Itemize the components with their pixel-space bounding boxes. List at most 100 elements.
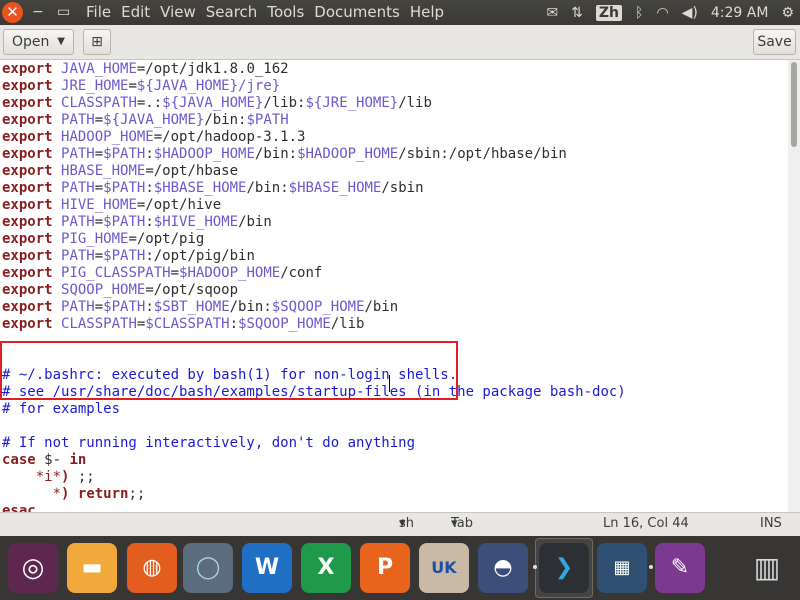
menu-view[interactable]: View xyxy=(160,3,202,21)
software-center-icon[interactable]: UK xyxy=(419,543,469,593)
code-token: export xyxy=(2,180,53,196)
menu-search[interactable]: Search xyxy=(206,3,264,21)
menu-tools[interactable]: Tools xyxy=(267,3,310,21)
code-token: /bin: xyxy=(204,112,247,128)
code-line: export PATH=$PATH:$SBT_HOME/bin:$SQOOP_H… xyxy=(2,299,398,316)
menu-file[interactable]: File xyxy=(86,3,117,21)
code-line: export PATH=${JAVA_HOME}/bin:$PATH xyxy=(2,112,289,129)
menu-documents[interactable]: Documents xyxy=(314,3,406,21)
code-token: $HBASE_HOME xyxy=(288,180,382,196)
tab-width-selector[interactable]: Tab Width: 8 ▾ xyxy=(451,513,493,575)
new-document-icon: ⊞ xyxy=(91,34,103,50)
code-token: /sbin:/opt/hbase/bin xyxy=(398,146,567,162)
new-document-button[interactable]: ⊞ xyxy=(83,29,111,55)
code-token: PATH xyxy=(61,299,95,315)
code-token: : xyxy=(145,180,154,196)
input-method-icon[interactable]: Zh xyxy=(595,4,623,21)
clock[interactable]: 4:29 AM xyxy=(711,5,769,21)
settings-icon[interactable]: ◯ xyxy=(183,543,233,593)
text-editor-area[interactable]: export JAVA_HOME=/opt/jdk1.8.0_162 export… xyxy=(0,60,788,512)
menu-edit[interactable]: Edit xyxy=(121,3,156,21)
code-line: *i*) ;; xyxy=(2,469,95,486)
code-token: $SBT_HOME xyxy=(153,299,230,315)
code-token: export xyxy=(2,61,53,77)
system-tray: ✉ ⇅ Zh ᛒ ◠ ◀) 4:29 AM ⚙ xyxy=(533,2,794,23)
code-token: PATH xyxy=(61,248,95,264)
code-token: =/opt/hadoop-3.1.3 xyxy=(153,129,306,145)
open-button[interactable]: Open ▼ xyxy=(3,29,74,55)
writer-icon[interactable]: W xyxy=(242,543,292,593)
app-icon[interactable]: ◓ xyxy=(478,543,528,593)
code-token: $PATH xyxy=(246,112,289,128)
code-token: /lib: xyxy=(263,95,306,111)
close-window-button[interactable]: ✕ xyxy=(2,2,23,23)
code-token: $HADOOP_HOME xyxy=(153,146,255,162)
top-panel: ✕ − ▭ File Edit View Search Tools Docume… xyxy=(0,0,800,25)
code-token: $- xyxy=(35,452,70,468)
network-updown-icon[interactable]: ⇅ xyxy=(571,5,583,21)
code-token: ${JAVA_HOME} xyxy=(103,112,205,128)
code-token: export xyxy=(2,248,53,264)
code-token: :/opt/pig/bin xyxy=(145,248,255,264)
firefox-icon[interactable]: ◍ xyxy=(127,543,177,593)
minimize-window-button[interactable]: − xyxy=(32,3,44,21)
code-token: export xyxy=(2,95,53,111)
code-line: export PATH=$PATH:$HADOOP_HOME/bin:$HADO… xyxy=(2,146,567,163)
code-token: # If not running interactively, don't do… xyxy=(2,435,416,451)
code-token: $SQOOP_HOME xyxy=(238,316,331,332)
bluetooth-icon[interactable]: ᛒ xyxy=(635,5,643,21)
files-icon[interactable]: ▬ xyxy=(67,543,117,593)
code-token: export xyxy=(2,214,53,230)
calc-icon[interactable]: X xyxy=(301,543,351,593)
code-token: : xyxy=(145,299,154,315)
code-token: PIG_HOME xyxy=(61,231,129,247)
code-line: export CLASSPATH=.:${JAVA_HOME}/lib:${JR… xyxy=(2,95,432,112)
menu-bar: File Edit View Search Tools Documents He… xyxy=(86,3,454,21)
code-token: PIG_CLASSPATH xyxy=(61,265,171,281)
workspace-icon[interactable]: ▦ xyxy=(597,543,647,593)
scrollbar-thumb[interactable] xyxy=(791,62,797,147)
code-token: CLASSPATH xyxy=(61,316,137,332)
menu-help[interactable]: Help xyxy=(410,3,450,21)
code-token: *i* xyxy=(35,469,62,485)
code-line: case $- in xyxy=(2,452,86,469)
code-token: export xyxy=(2,129,53,145)
code-token: $HIVE_HOME xyxy=(153,214,239,230)
code-token: =/opt/hbase xyxy=(145,163,239,179)
terminal-icon[interactable]: ❯ xyxy=(533,543,589,593)
code-token: PATH xyxy=(61,146,95,162)
ubuntu-dash-icon[interactable]: ◎ xyxy=(8,543,58,593)
restore-window-button[interactable]: ▭ xyxy=(57,3,70,21)
vertical-scrollbar[interactable] xyxy=(788,60,800,512)
code-line: export HBASE_HOME=/opt/hbase xyxy=(2,163,238,180)
mail-icon[interactable]: ✉ xyxy=(546,5,558,21)
code-line: export PATH=$PATH:/opt/pig/bin xyxy=(2,248,255,265)
code-token: = xyxy=(128,78,137,94)
trash-icon[interactable]: ▥ xyxy=(742,543,792,593)
code-token: =/opt/sqoop xyxy=(145,282,239,298)
code-token: return xyxy=(77,486,129,502)
code-token: /bin xyxy=(364,299,399,315)
text-editor-icon[interactable]: ✎ xyxy=(649,543,705,593)
code-line: esac xyxy=(2,503,36,512)
impress-icon[interactable]: P xyxy=(360,543,410,593)
language-selector[interactable]: sh ▾ xyxy=(399,513,414,535)
code-line: export PATH=$PATH:$HIVE_HOME/bin xyxy=(2,214,272,231)
gear-icon[interactable]: ⚙ xyxy=(781,5,794,21)
code-token: JAVA_HOME xyxy=(61,61,137,77)
volume-icon[interactable]: ◀) xyxy=(682,5,698,21)
code-line: export HADOOP_HOME=/opt/hadoop-3.1.3 xyxy=(2,129,305,146)
code-token: export xyxy=(2,197,53,213)
code-token: $PATH xyxy=(103,180,146,196)
save-button[interactable]: Save xyxy=(753,29,796,55)
wifi-icon[interactable]: ◠ xyxy=(656,5,668,21)
